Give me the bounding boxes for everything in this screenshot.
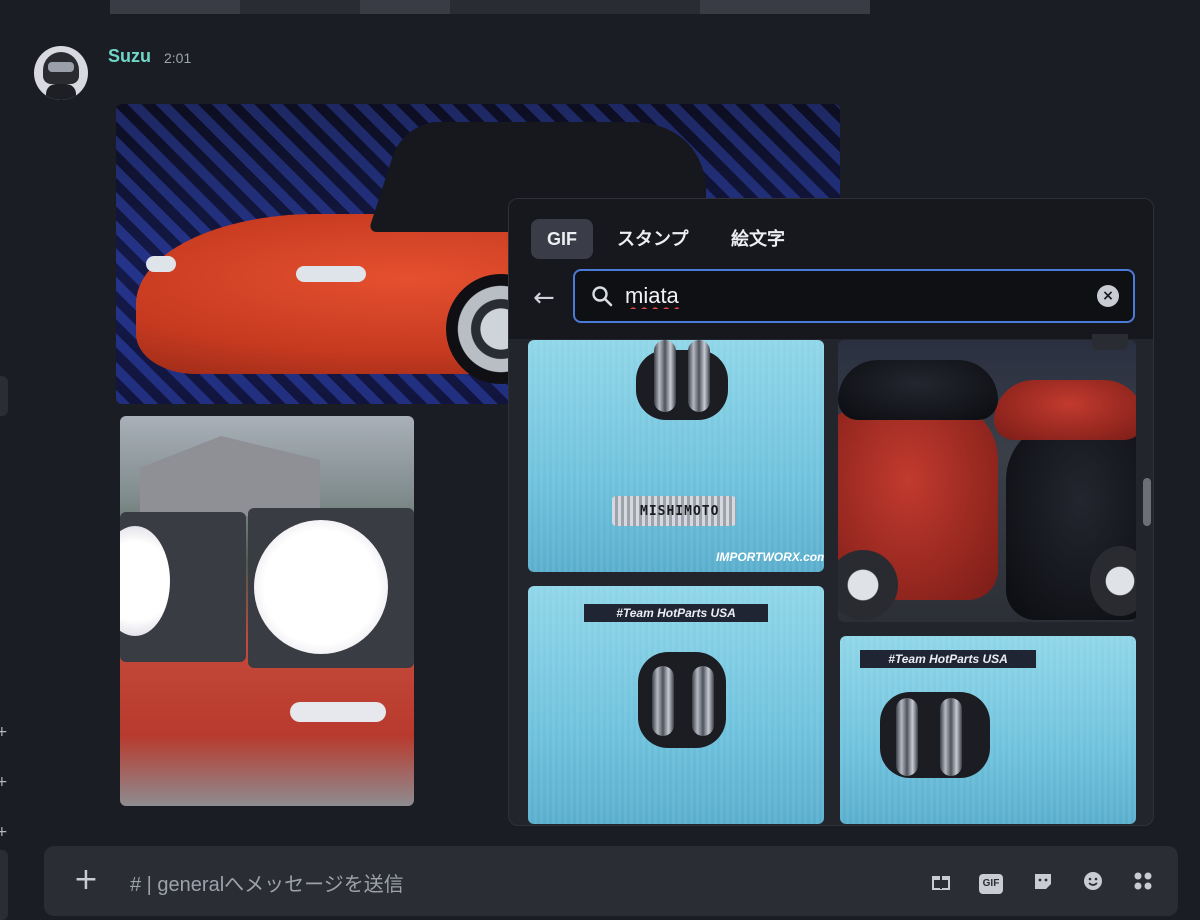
back-arrow-icon[interactable]: ←	[533, 283, 563, 313]
gif-result[interactable]: MISHIMOTO IMPORTWORX.com	[528, 340, 824, 572]
message-composer[interactable]: + # | generalへメッセージを送信 GIF	[44, 846, 1178, 916]
favorite-icon[interactable]	[1092, 334, 1128, 350]
scrollbar[interactable]	[1143, 478, 1151, 526]
search-box[interactable]: ×	[573, 269, 1135, 323]
intercooler-label: MISHIMOTO	[640, 504, 720, 519]
tab-emoji[interactable]: 絵文字	[715, 219, 801, 259]
server-rail-item[interactable]	[0, 376, 8, 416]
windshield-banner: #Team HotParts USA	[584, 604, 768, 622]
watermark: IMPORTWORX.com	[716, 550, 824, 564]
gif-result[interactable]	[838, 340, 1136, 622]
add-icon[interactable]: +	[0, 774, 10, 790]
image-attachment-popup-headlights[interactable]	[120, 416, 414, 806]
message-timestamp: 2:01	[164, 50, 192, 66]
previous-attachment	[110, 0, 870, 14]
gift-icon[interactable]	[928, 868, 954, 894]
tab-stickers[interactable]: スタンプ	[601, 219, 704, 259]
sticker-icon[interactable]	[1030, 868, 1056, 894]
apps-icon[interactable]	[1130, 868, 1156, 894]
add-icon[interactable]: +	[0, 724, 10, 740]
tab-gif[interactable]: GIF	[531, 219, 593, 259]
windshield-banner: #Team HotParts USA	[860, 650, 1036, 668]
gif-result[interactable]: #Team HotParts USA	[840, 636, 1136, 824]
search-icon	[592, 286, 613, 307]
gif-icon[interactable]: GIF	[978, 868, 1004, 894]
emoji-icon[interactable]	[1080, 868, 1106, 894]
add-icon[interactable]: +	[0, 824, 10, 840]
gif-result[interactable]: #Team HotParts USA	[528, 586, 824, 824]
search-input[interactable]	[625, 281, 1065, 311]
server-rail-item[interactable]	[0, 850, 8, 920]
add-attachment-icon[interactable]: +	[68, 862, 104, 898]
message-input[interactable]: # | generalへメッセージを送信	[130, 868, 404, 897]
message-author[interactable]: Suzu	[108, 46, 151, 67]
clear-search-icon[interactable]: ×	[1097, 285, 1119, 307]
avatar[interactable]	[34, 46, 88, 100]
